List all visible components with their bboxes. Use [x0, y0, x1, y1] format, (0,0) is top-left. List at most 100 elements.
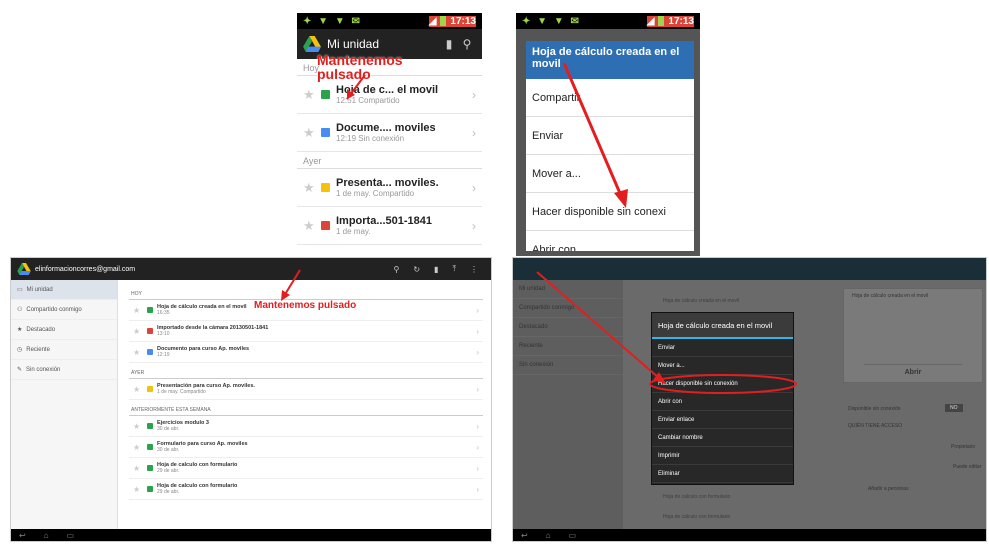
sidebar-item[interactable]: ⚇ Compartido conmigo [11, 300, 117, 320]
star-icon: ★ [17, 327, 23, 333]
battery-icon [658, 16, 665, 26]
sidebar-item[interactable]: ▭ Mi unidad [11, 280, 117, 300]
tablet-screenshot-list: elinformacioncorres@gmail.com ⚲ ↻ ▮ ⤒ ⋮ … [10, 257, 492, 542]
search-icon[interactable]: ⚲ [393, 265, 399, 274]
sidebar: ▭ Mi unidad ⚇ Compartido conmigo ★ Destacado ◷… [11, 280, 118, 529]
dialog-menu-item[interactable]: Imprimir [652, 447, 793, 465]
list-item[interactable]: Hoja de calculo con formulario [663, 494, 730, 500]
upload-icon[interactable]: ⤒ [452, 264, 456, 274]
back-icon[interactable]: ↩ [521, 531, 528, 540]
home-icon[interactable]: ⌂ [44, 531, 49, 540]
preview-title: Hoja de cálculo creada en el movil [852, 293, 929, 299]
file-type-icon [147, 423, 153, 429]
list-item[interactable]: Hoja de calculo con formulario [663, 514, 730, 520]
item-text: Formulario para curso Ap. moviles 30 de a… [157, 441, 467, 453]
shared-icon: ⚇ [17, 307, 23, 313]
table-row[interactable]: ★ Ejercicios modulo 3 30 de abr. › [129, 416, 483, 437]
star-icon[interactable]: ★ [133, 464, 145, 473]
dialog-menu-item[interactable]: Eliminar [652, 465, 793, 483]
dialog-menu-item[interactable]: Enviar enlace [652, 411, 793, 429]
star-icon[interactable]: ★ [133, 443, 145, 452]
chevron-right-icon[interactable]: › [467, 348, 479, 357]
item-meta: 30 de abr. [157, 426, 180, 432]
sidebar-item[interactable]: ◷ Reciente [11, 340, 117, 360]
file-type-icon [147, 486, 153, 492]
chevron-right-icon[interactable]: › [464, 126, 476, 140]
battery-icon [440, 16, 447, 26]
home-icon[interactable]: ⌂ [546, 531, 551, 540]
item-name: Presenta... moviles. [336, 177, 439, 189]
new-doc-icon[interactable]: ▮ [440, 37, 458, 51]
back-icon[interactable]: ↩ [19, 531, 26, 540]
chevron-right-icon[interactable]: › [467, 443, 479, 452]
chevron-right-icon[interactable]: › [464, 88, 476, 102]
refresh-icon[interactable]: ↻ [413, 265, 420, 274]
recents-icon[interactable]: ▭ [67, 531, 75, 540]
preview-panel: Hoja de cálculo creada en el movil Abrir [843, 288, 983, 383]
file-type-icon [147, 349, 153, 355]
chevron-right-icon[interactable]: › [467, 485, 479, 494]
file-type-icon [147, 444, 153, 450]
star-icon[interactable]: ★ [303, 125, 319, 141]
item-meta: 1 de may. [336, 227, 371, 236]
recents-icon[interactable]: ▭ [569, 531, 577, 540]
list-item[interactable]: ★ Docume.... moviles 12:19 Sin conexión › [297, 114, 482, 152]
chevron-right-icon[interactable]: › [467, 385, 479, 394]
overflow-menu-icon[interactable]: ⋮ [470, 265, 478, 274]
table-row[interactable]: ★ Presentación para curso Ap. moviles. 1 d… [129, 379, 483, 400]
offline-toggle[interactable]: NO [945, 404, 963, 412]
star-icon[interactable]: ★ [133, 385, 145, 394]
sidebar-item[interactable]: ★ Destacado [11, 320, 117, 340]
item-text: Importado desde la cámara 20130501-1841 1… [157, 325, 467, 337]
new-doc-icon[interactable]: ▮ [434, 265, 438, 274]
search-icon[interactable]: ⚲ [458, 37, 476, 51]
item-text: Importa...501-1841 1 de may. [336, 215, 464, 236]
chevron-right-icon[interactable]: › [464, 219, 476, 233]
table-row[interactable]: ★ Documento para curso Ap. moviles 12:19 › [129, 342, 483, 363]
list-item[interactable]: ★ Importa...501-1841 1 de may. › [297, 207, 482, 245]
tablet-screenshot-menu: Mi unidad Compartido conmigo Destacado Reci… [512, 257, 987, 542]
chevron-right-icon[interactable]: › [467, 306, 479, 315]
file-type-icon [147, 307, 153, 313]
item-meta: 13:10 [157, 331, 170, 337]
annotation-arrow [562, 62, 628, 208]
highlight-ellipse [649, 374, 797, 394]
sidebar-item-label: Compartido conmigo [26, 306, 82, 313]
chevron-right-icon[interactable]: › [467, 422, 479, 431]
chevron-right-icon[interactable]: › [467, 464, 479, 473]
section-header: AYER [129, 366, 483, 379]
dialog-menu-item[interactable]: Cambiar nombre [652, 429, 793, 447]
open-button[interactable]: Abrir [864, 364, 962, 376]
editor-label: Puede editar [953, 464, 982, 470]
star-icon[interactable]: ★ [133, 348, 145, 357]
menu-item[interactable]: Abrir con [526, 231, 694, 252]
notification-icons: ✦ ▼ ▼ ✉ [522, 15, 581, 27]
star-icon[interactable]: ★ [303, 180, 319, 196]
item-text: Docume.... moviles 12:19 Sin conexión [336, 122, 464, 143]
item-text: Presentación para curso Ap. moviles. 1 de… [157, 383, 467, 395]
add-people-button[interactable]: Añadir a personas [868, 486, 909, 492]
image-icon [321, 221, 330, 230]
table-row[interactable]: ★ Formulario para curso Ap. moviles 30 de … [129, 437, 483, 458]
item-meta: 29 de abr. [157, 489, 180, 495]
chevron-right-icon[interactable]: › [467, 327, 479, 336]
star-icon[interactable]: ★ [133, 306, 145, 315]
star-icon[interactable]: ★ [133, 422, 145, 431]
item-text: Presenta... moviles. 1 de may. Compartido [336, 177, 464, 198]
chevron-right-icon[interactable]: › [464, 181, 476, 195]
list-item[interactable]: ★ Presenta... moviles. 1 de may. Compartid… [297, 169, 482, 207]
star-icon[interactable]: ★ [303, 87, 319, 103]
star-icon[interactable]: ★ [303, 218, 319, 234]
table-row[interactable]: ★ Hoja de calculo con formulario 29 de abr… [129, 458, 483, 479]
table-row[interactable]: ★ Importado desde la cámara 20130501-1841… [129, 321, 483, 342]
account-selector[interactable]: elinformacioncorres@gmail.com [35, 266, 386, 273]
star-icon[interactable]: ★ [133, 485, 145, 494]
star-icon[interactable]: ★ [133, 327, 145, 336]
clock-icon: ◷ [17, 347, 23, 353]
file-type-icon [147, 328, 153, 334]
presentation-icon [321, 183, 330, 192]
table-row[interactable]: ★ Hoja de calculo con formulario 29 de abr… [129, 479, 483, 500]
signal-icon: ◢ [428, 15, 437, 27]
sidebar-item[interactable]: ✎ Sin conexión [11, 360, 117, 380]
sidebar-item-label: Reciente [26, 346, 50, 353]
